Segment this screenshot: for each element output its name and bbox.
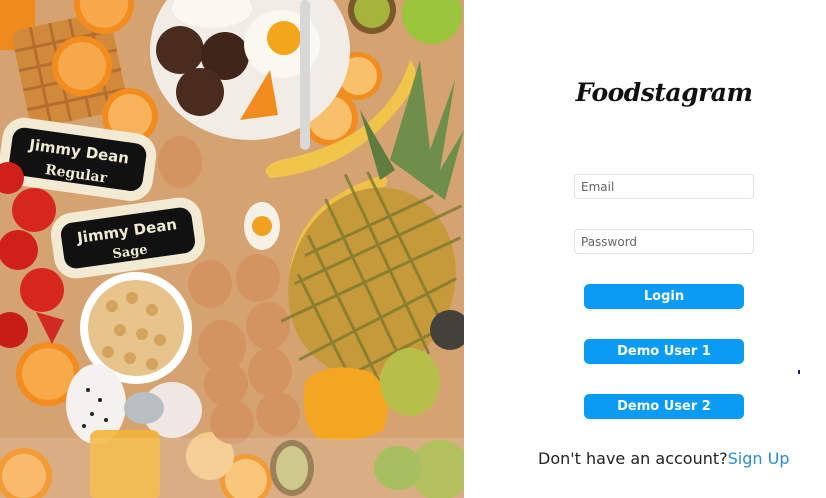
food-hero-image: Jimmy Dean Regular Jimmy Dean Sage: [0, 0, 464, 498]
signup-prompt-text: Don't have an account?: [538, 449, 728, 468]
login-button[interactable]: Login: [584, 284, 744, 309]
demo-user-2-button[interactable]: Demo User 2: [584, 394, 744, 419]
stray-cursor-mark: [798, 370, 800, 374]
app-logo-title: Foodstagram: [575, 78, 753, 107]
email-input[interactable]: [574, 174, 754, 199]
password-input[interactable]: [574, 229, 754, 254]
signup-link[interactable]: Sign Up: [728, 449, 790, 468]
demo-user-1-button[interactable]: Demo User 1: [584, 339, 744, 364]
signup-prompt: Don't have an account?Sign Up: [538, 449, 789, 468]
